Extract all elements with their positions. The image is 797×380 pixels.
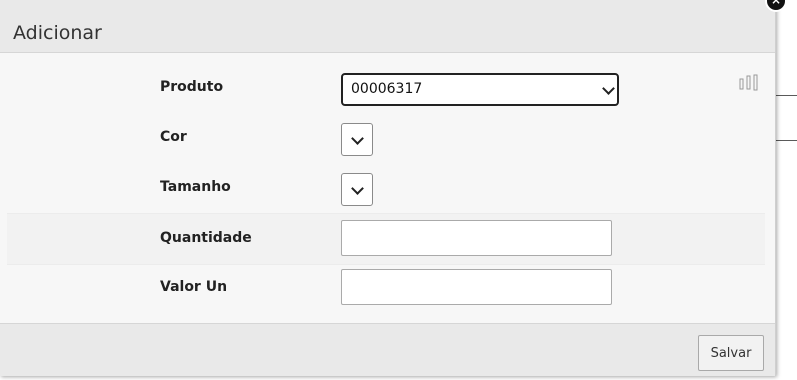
- save-button[interactable]: Salvar: [698, 335, 764, 371]
- dialog-footer: Salvar: [0, 323, 775, 376]
- cor-select[interactable]: [341, 123, 373, 156]
- chevron-down-icon: [602, 82, 615, 95]
- background-divider: [775, 95, 797, 96]
- chevron-down-icon: [351, 132, 364, 145]
- valor-un-input[interactable]: [341, 269, 612, 305]
- dialog-body: Produto 00006317 Cor Tamanho Quantidade: [0, 53, 775, 323]
- form-row-produto: Produto 00006317: [7, 63, 765, 113]
- cor-label: Cor: [160, 129, 187, 145]
- quantidade-label: Quantidade: [160, 230, 252, 246]
- form-row-tamanho: Tamanho: [7, 163, 765, 213]
- valor-un-label: Valor Un: [160, 279, 228, 295]
- tamanho-select[interactable]: [341, 173, 373, 206]
- produto-select-value: 00006317: [351, 81, 423, 97]
- produto-label: Produto: [160, 79, 224, 95]
- background-page: [775, 0, 797, 380]
- chevron-down-icon: [351, 182, 364, 195]
- dialog-title: Adicionar: [13, 22, 102, 44]
- add-dialog: Adicionar Produto 00006317 Cor Tamanho Q…: [0, 0, 776, 376]
- columns-icon[interactable]: [739, 74, 761, 92]
- quantidade-input[interactable]: [341, 220, 612, 256]
- form-row-valor-un: Valor Un: [7, 263, 765, 313]
- dialog-header: Adicionar: [0, 0, 775, 53]
- produto-select[interactable]: 00006317: [341, 73, 619, 106]
- tamanho-label: Tamanho: [160, 179, 231, 195]
- form-row-cor: Cor: [7, 113, 765, 163]
- background-divider: [775, 140, 797, 141]
- form-row-quantidade: Quantidade: [7, 213, 765, 265]
